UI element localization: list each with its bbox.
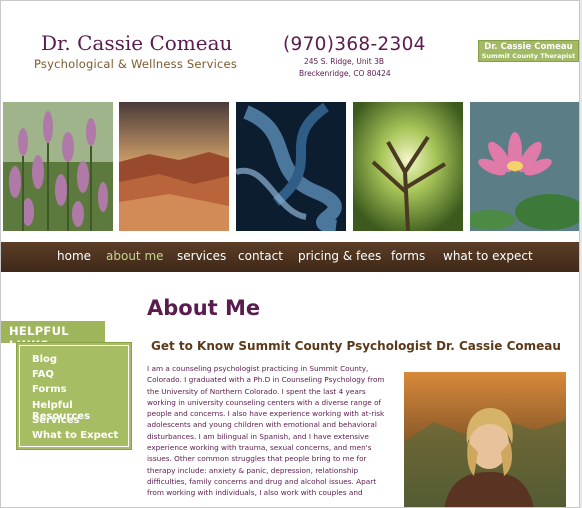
bio-line: issues. Other common struggles that peop… [147, 454, 367, 464]
bio-line: Colorado. I graduated with a Ph.D in Cou… [147, 375, 385, 385]
address-line-1: 245 S. Ridge, Unit 3B [304, 57, 384, 66]
sidebar-link-what-to-expect[interactable]: What to Expect [32, 430, 118, 441]
bio-line: experience working with trauma, sexual c… [147, 443, 372, 453]
bio-line: therapy include: anxiety & panic, depres… [147, 465, 359, 475]
badge-title: Dr. Cassie Comeau [484, 42, 573, 52]
page-subtitle: Get to Know Summit County Psychologist D… [151, 339, 561, 353]
helpful-links-box: Blog FAQ Forms Helpful Resources Service… [16, 342, 132, 450]
site-tagline: Psychological & Wellness Services [34, 57, 238, 71]
canyon-sunset-photo [119, 102, 229, 231]
bio-line: from working with individuals, I also wo… [147, 488, 363, 498]
helpful-links-heading: HELPFUL LINKS [1, 321, 105, 352]
sidebar-link-blog[interactable]: Blog [32, 354, 57, 365]
main-nav: home about me services contact pricing &… [1, 242, 579, 272]
photo-strip [1, 101, 579, 233]
tree-canopy-photo [353, 102, 463, 231]
address-line-2: Breckenridge, CO 80424 [299, 69, 391, 78]
bio-line: working in university counseling centers… [147, 397, 382, 407]
bio-line: adolescents and young children with emot… [147, 420, 377, 430]
lavender-flowers-photo [3, 102, 113, 231]
sidebar-link-forms[interactable]: Forms [32, 384, 67, 395]
bio-line: the University of Northern Colorado. I s… [147, 386, 366, 396]
lotus-flower-photo [470, 102, 579, 231]
site-name[interactable]: Dr. Cassie Comeau [41, 31, 232, 55]
nav-what-to-expect[interactable]: what to expect [443, 249, 533, 263]
portrait-photo [404, 372, 566, 507]
bio-text: I am a counseling psychologist practicin… [147, 363, 392, 499]
helpful-links-inner-border: Blog FAQ Forms Helpful Resources Service… [19, 345, 129, 447]
badge-subtitle: Summit County Therapist [481, 52, 576, 60]
bio-line: difficulties, family concerns and drug a… [147, 476, 377, 486]
therapist-badge: Dr. Cassie Comeau Summit County Therapis… [478, 40, 579, 62]
nav-forms[interactable]: forms [391, 249, 425, 263]
nav-home[interactable]: home [57, 249, 91, 263]
nav-contact[interactable]: contact [238, 249, 283, 263]
nav-about-me[interactable]: about me [106, 249, 164, 263]
bio-line: people and concerns. I also have experie… [147, 409, 385, 419]
sidebar-link-services[interactable]: Services [32, 415, 80, 426]
abstract-blue-swirl-photo [236, 102, 346, 231]
sidebar-link-faq[interactable]: FAQ [32, 369, 54, 380]
phone-number[interactable]: (970)368-2304 [283, 34, 426, 55]
bio-line: disturbances. I am bilingual in Spanish,… [147, 431, 369, 441]
page: Dr. Cassie Comeau Psychological & Wellne… [0, 0, 580, 508]
bio-line: I am a counseling psychologist practicin… [147, 364, 369, 373]
nav-pricing-fees[interactable]: pricing & fees [298, 249, 381, 263]
page-title: About Me [147, 296, 261, 320]
nav-services[interactable]: services [177, 249, 226, 263]
